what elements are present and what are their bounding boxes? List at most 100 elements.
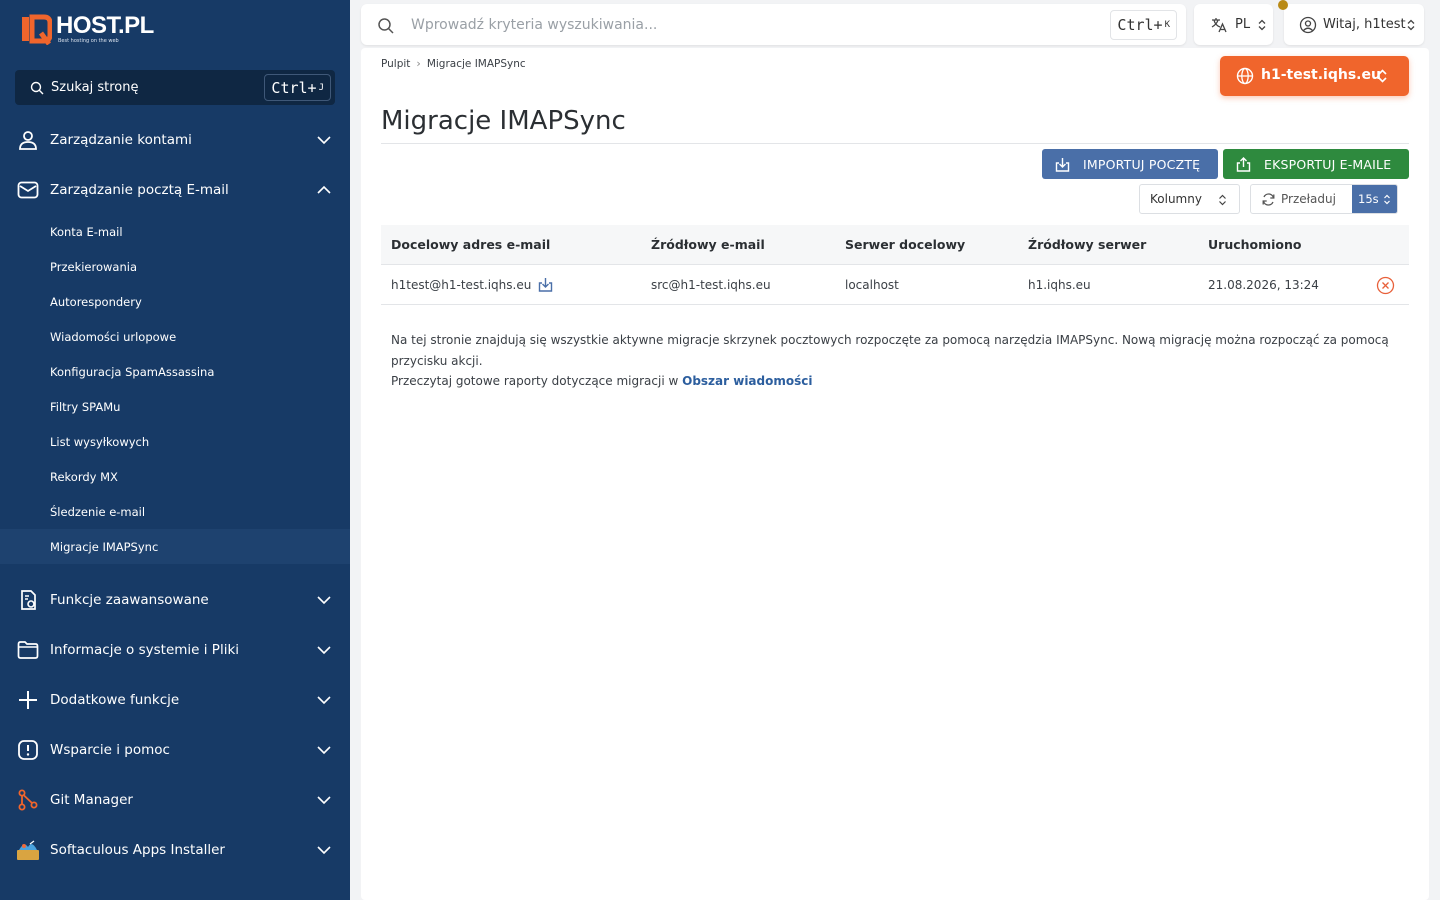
sidebar-item-label: Autorespondery [50,294,142,309]
info-line-1: Na tej stronie znajdują się wszystkie ak… [391,333,1389,368]
sidebar-item-imapsync[interactable]: Migracje IMAPSync [0,529,350,564]
breadcrumb-current: Migracje IMAPSync [426,57,526,70]
user-circle-icon [1299,16,1317,34]
logo[interactable]: HOST.PL Best hosting on the web [22,12,154,46]
host-pl-logo-icon [22,13,53,46]
import-mail-label: IMPORTUJ POCZTĘ [1083,157,1201,172]
sidebar-item-label: List wysyłkowych [50,434,150,449]
cell-source-server: h1.iqhs.eu [1028,278,1091,292]
cell-target-server: localhost [845,278,899,292]
info-line-2-prefix: Przeczytaj gotowe raporty dotyczące migr… [391,374,683,388]
sidebar-item-autoresponders[interactable]: Autorespondery [0,284,350,319]
column-header-target-email[interactable]: Docelowy adres e-mail [391,237,550,252]
sidebar-item-mailing-lists[interactable]: List wysyłkowych [0,424,350,459]
sidebar: HOST.PL Best hosting on the web Szukaj s… [0,0,350,900]
updown-icon [1378,69,1387,83]
sidebar-group-system-files[interactable]: Informacje o systemie i Pliki [0,625,350,675]
git-icon [18,789,38,811]
chevron-down-icon [317,796,331,805]
language-label: PL [1235,17,1251,32]
sidebar-item-label: Konfiguracja SpamAssassina [50,364,215,379]
sidebar-item-label: Rekordy MX [50,469,118,484]
sidebar-group-label: Wsparcie i pomoc [50,742,170,758]
sidebar-group-label: Softaculous Apps Installer [50,842,225,858]
migrations-table: Docelowy adres e-mail Źródłowy e-mail Se… [381,225,1409,305]
sidebar-item-forwarders[interactable]: Przekierowania [0,249,350,284]
info-line-2: Przeczytaj gotowe raporty dotyczące migr… [391,371,1391,392]
shortcut-key: J [318,82,324,93]
reload-label: Przeładuj [1281,192,1336,206]
sidebar-item-vacation-messages[interactable]: Wiadomości urlopowe [0,319,350,354]
user-icon [19,131,37,150]
notification-dot[interactable] [1278,0,1288,10]
import-mail-button[interactable]: IMPORTUJ POCZTĘ [1042,149,1218,179]
main-panel: Pulpit › Migracje IMAPSync h1-test.iqhs.… [361,48,1429,900]
shortcut-prefix: Ctrl+ [271,78,317,97]
global-search-input[interactable] [411,12,1091,38]
sidebar-item-label: Migracje IMAPSync [50,539,159,554]
user-greeting: Witaj, h1test [1323,17,1406,32]
domain-selector-label: h1-test.iqhs.eu [1261,67,1381,83]
download-report-icon[interactable] [537,276,554,293]
sidebar-group-accounts[interactable]: Zarządzanie kontami [0,115,350,165]
sidebar-group-label: Funkcje zaawansowane [50,592,209,608]
sidebar-group-extra-features[interactable]: Dodatkowe funkcje [0,675,350,725]
messages-area-link[interactable]: Obszar wiadomości [682,374,812,388]
column-header-source-email[interactable]: Źródłowy e-mail [651,237,765,252]
sidebar-group-label: Zarządzanie kontami [50,132,192,148]
column-header-target-server[interactable]: Serwer docelowy [845,237,965,252]
reload-interval-dropdown[interactable]: 15s [1352,185,1397,213]
sidebar-item-email-accounts[interactable]: Konta E-mail [0,214,350,249]
globe-icon [1236,67,1254,85]
sidebar-group-email[interactable]: Zarządzanie pocztą E-mail [0,165,350,215]
sidebar-item-spam-filters[interactable]: Filtry SPAMu [0,389,350,424]
chevron-up-icon [317,185,331,194]
breadcrumb: Pulpit › Migracje IMAPSync [381,57,526,70]
chevron-down-icon [317,746,331,755]
language-selector[interactable]: PL [1194,4,1273,45]
global-search[interactable]: Ctrl+K [361,4,1186,45]
sidebar-search[interactable]: Szukaj stronę Ctrl+ J [15,70,335,105]
columns-label: Kolumny [1150,192,1202,206]
shortcut-prefix: Ctrl+ [1117,16,1163,34]
cell-target-email: h1test@h1-test.iqhs.eu [391,278,532,292]
download-icon [1055,158,1070,172]
sidebar-group-support[interactable]: Wsparcie i pomoc [0,725,350,775]
sidebar-item-label: Wiadomości urlopowe [50,329,177,344]
updown-icon [1219,194,1226,206]
breadcrumb-separator-icon: › [416,57,421,70]
folder-icon [17,641,39,659]
sidebar-group-label: Dodatkowe funkcje [50,692,180,708]
global-search-shortcut: Ctrl+ K [1110,10,1177,40]
export-emails-button[interactable]: EKSPORTUJ E-MAILE [1223,149,1409,179]
logo-name: HOST.PL [56,12,154,39]
table-header: Docelowy adres e-mail Źródłowy e-mail Se… [381,225,1409,265]
sidebar-item-label: Filtry SPAMu [50,399,121,414]
sidebar-item-spamassassin[interactable]: Konfiguracja SpamAssassina [0,354,350,389]
reload-interval-value: 15s [1358,192,1379,206]
breadcrumb-home[interactable]: Pulpit [381,58,410,70]
cell-source-email: src@h1-test.iqhs.eu [651,278,771,292]
sidebar-group-advanced[interactable]: Funkcje zaawansowane [0,575,350,625]
cancel-migration-icon[interactable] [1376,276,1395,295]
export-emails-label: EKSPORTUJ E-MAILE [1264,157,1392,172]
table-row: h1test@h1-test.iqhs.eu src@h1-test.iqhs.… [381,265,1409,305]
chevron-down-icon [317,846,331,855]
sidebar-group-softaculous[interactable]: Softaculous Apps Installer [0,825,350,875]
column-header-source-server[interactable]: Źródłowy serwer [1028,237,1146,252]
refresh-icon [1262,193,1275,206]
columns-dropdown[interactable]: Kolumny [1139,184,1240,214]
sidebar-item-email-tracking[interactable]: Śledzenie e-mail [0,494,350,529]
sidebar-item-label: Śledzenie e-mail [50,504,146,519]
user-menu[interactable]: Witaj, h1test [1284,4,1424,45]
sidebar-group-git-manager[interactable]: Git Manager [0,775,350,825]
chevron-down-icon [317,136,331,145]
cell-started: 21.08.2026, 13:24 [1208,278,1319,292]
sidebar-item-label: Konta E-mail [50,224,123,239]
search-icon [30,81,44,94]
sidebar-item-mx-records[interactable]: Rekordy MX [0,459,350,494]
reload-control: Przeładuj 15s [1250,184,1398,214]
column-header-started[interactable]: Uruchomiono [1208,237,1302,252]
shortcut-key: K [1164,20,1170,30]
domain-selector[interactable]: h1-test.iqhs.eu [1220,56,1409,96]
